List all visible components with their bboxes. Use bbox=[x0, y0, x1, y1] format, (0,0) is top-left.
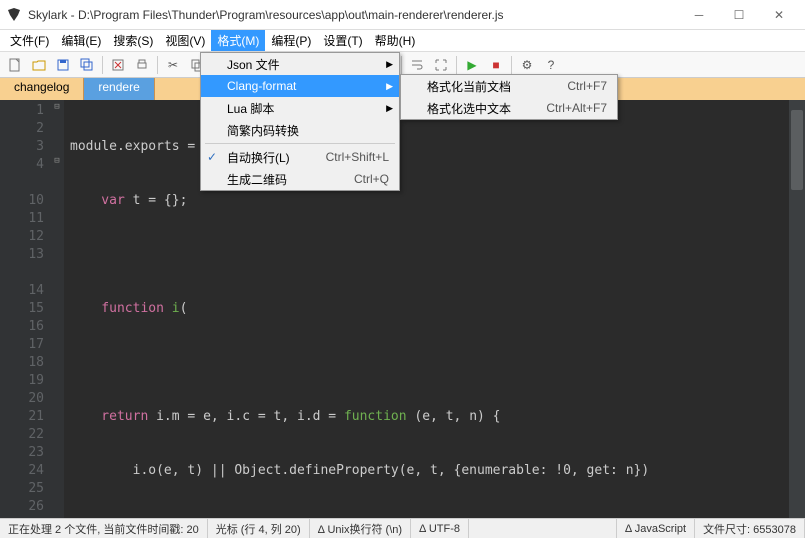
menu-format-current[interactable]: 格式化当前文档Ctrl+F7 bbox=[401, 75, 617, 97]
menu-qrcode[interactable]: 生成二维码Ctrl+Q bbox=[201, 168, 399, 190]
app-icon bbox=[6, 7, 22, 23]
fold-column[interactable]: ⊟⊟ bbox=[50, 100, 64, 518]
menu-file[interactable]: 文件(F) bbox=[4, 30, 55, 51]
status-lineend[interactable]: Δ Unix换行符 (\n) bbox=[310, 519, 411, 538]
menu-clang-format[interactable]: Clang-format▶ bbox=[201, 75, 399, 97]
help-icon[interactable]: ? bbox=[540, 54, 562, 76]
close-button[interactable]: ✕ bbox=[759, 1, 799, 29]
editor[interactable]: 1234101112131415161718192021222324252627… bbox=[0, 100, 805, 518]
vertical-scrollbar[interactable] bbox=[789, 100, 805, 518]
save-all-icon[interactable] bbox=[76, 54, 98, 76]
print-icon[interactable] bbox=[131, 54, 153, 76]
menu-help[interactable]: 帮助(H) bbox=[369, 30, 422, 51]
menu-lua[interactable]: Lua 脚本▶ bbox=[201, 97, 399, 119]
scrollbar-thumb[interactable] bbox=[791, 110, 803, 190]
cut-icon[interactable]: ✂ bbox=[162, 54, 184, 76]
status-encoding[interactable]: Δ UTF-8 bbox=[411, 519, 469, 538]
menu-settings[interactable]: 设置(T) bbox=[317, 30, 368, 51]
new-file-icon[interactable] bbox=[4, 54, 26, 76]
status-bar: 正在处理 2 个文件, 当前文件时间戳: 20 光标 (行 4, 列 20) Δ… bbox=[0, 518, 805, 538]
settings-icon[interactable]: ⚙ bbox=[516, 54, 538, 76]
line-gutter: 1234101112131415161718192021222324252627… bbox=[0, 100, 50, 518]
menu-program[interactable]: 编程(P) bbox=[265, 30, 317, 51]
status-filesize: 文件尺寸: 6553078 bbox=[695, 519, 805, 538]
menu-simplify[interactable]: 简繁内码转换 bbox=[201, 119, 399, 141]
run-icon[interactable]: ▶ bbox=[461, 54, 483, 76]
menu-view[interactable]: 视图(V) bbox=[159, 30, 211, 51]
menu-autowrap[interactable]: ✓自动换行(L)Ctrl+Shift+L bbox=[201, 146, 399, 168]
code-area[interactable]: module.exports = var t = {}; function i(… bbox=[64, 100, 805, 518]
window-title: Skylark - D:\Program Files\Thunder\Progr… bbox=[28, 8, 679, 22]
menu-format[interactable]: 格式(M) bbox=[211, 30, 265, 51]
menu-edit[interactable]: 编辑(E) bbox=[55, 30, 107, 51]
menu-search[interactable]: 搜索(S) bbox=[107, 30, 159, 51]
save-icon[interactable] bbox=[52, 54, 74, 76]
status-processing: 正在处理 2 个文件, 当前文件时间戳: 20 bbox=[0, 519, 208, 538]
close-file-icon[interactable] bbox=[107, 54, 129, 76]
maximize-button[interactable]: ☐ bbox=[719, 1, 759, 29]
open-file-icon[interactable] bbox=[28, 54, 50, 76]
status-lang[interactable]: Δ JavaScript bbox=[617, 519, 695, 538]
clang-submenu: 格式化当前文档Ctrl+F7 格式化选中文本Ctrl+Alt+F7 bbox=[400, 74, 618, 120]
title-bar: Skylark - D:\Program Files\Thunder\Progr… bbox=[0, 0, 805, 30]
stop-icon[interactable]: ■ bbox=[485, 54, 507, 76]
tab-renderer[interactable]: rendere bbox=[84, 78, 154, 100]
status-cursor: 光标 (行 4, 列 20) bbox=[208, 519, 310, 538]
menu-json[interactable]: Json 文件▶ bbox=[201, 53, 399, 75]
wrap-icon[interactable] bbox=[406, 54, 428, 76]
fullscreen-icon[interactable] bbox=[430, 54, 452, 76]
tab-changelog[interactable]: changelog bbox=[0, 78, 84, 100]
minimize-button[interactable]: ─ bbox=[679, 1, 719, 29]
menu-bar: 文件(F) 编辑(E) 搜索(S) 视图(V) 格式(M) 编程(P) 设置(T… bbox=[0, 30, 805, 52]
menu-format-selected[interactable]: 格式化选中文本Ctrl+Alt+F7 bbox=[401, 97, 617, 119]
format-menu-dropdown: Json 文件▶ Clang-format▶ Lua 脚本▶ 简繁内码转换 ✓自… bbox=[200, 52, 400, 191]
